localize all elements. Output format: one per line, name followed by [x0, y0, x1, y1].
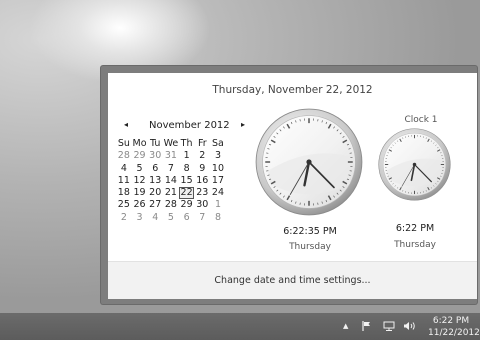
calendar-day[interactable]: 30: [194, 199, 210, 211]
weekday-label: Th: [180, 138, 193, 149]
calendar-day[interactable]: 2: [116, 212, 132, 224]
calendar-day[interactable]: 21: [163, 187, 179, 199]
calendar-day[interactable]: 7: [194, 212, 210, 224]
calendar-day[interactable]: 19: [132, 187, 148, 199]
calendar-day[interactable]: 28: [116, 150, 132, 162]
weekday-label: We: [163, 138, 179, 149]
calendar-day-today[interactable]: 22: [178, 187, 195, 200]
calendar-week-row: 18 19 20 21 22 23 24: [116, 187, 256, 200]
clock1-time-label: 6:22 PM: [395, 223, 435, 234]
calendar-day[interactable]: 2: [194, 150, 210, 162]
calendar-day[interactable]: 7: [163, 163, 179, 175]
taskbar: ▲ 6:22 PM 11/22/2012: [0, 313, 480, 340]
weekday-header-row: Su Mo Tu We Th Fr Sa: [116, 138, 256, 150]
calendar-day[interactable]: 5: [163, 212, 179, 224]
taskbar-date: 11/22/2012: [428, 328, 480, 338]
calendar-day[interactable]: 27: [147, 199, 163, 211]
calendar-day[interactable]: 13: [147, 175, 163, 187]
calendar-day[interactable]: 10: [210, 163, 226, 175]
speaker-icon[interactable]: [403, 321, 416, 334]
flyout-footer: Change date and time settings...: [108, 261, 477, 299]
calendar-day[interactable]: 8: [210, 212, 226, 224]
network-icon[interactable]: [383, 321, 395, 334]
calendar-day[interactable]: 29: [132, 150, 148, 162]
calendar-week-row: 25 26 27 28 29 30 1: [116, 199, 256, 211]
calendar-day[interactable]: 11: [116, 175, 132, 187]
weekday-label: Fr: [197, 138, 207, 149]
calendar-day[interactable]: 1: [210, 199, 226, 211]
calendar-nav: ◂ November 2012 ▸: [116, 120, 256, 136]
calendar-day[interactable]: 6: [179, 212, 195, 224]
local-clock-center: [306, 159, 312, 165]
weekday-label: Su: [117, 138, 130, 149]
calendar-day[interactable]: 25: [116, 199, 132, 211]
calendar-day[interactable]: 14: [163, 175, 179, 187]
calendar-day[interactable]: 16: [194, 175, 210, 187]
clock1-analog-clock: [378, 128, 451, 201]
calendar-day[interactable]: 4: [147, 212, 163, 224]
calendar: ◂ November 2012 ▸ Su Mo Tu We Th Fr Sa 28 29 30 31…: [116, 120, 256, 224]
clock1-day-label: Thursday: [394, 240, 436, 250]
calendar-day[interactable]: 30: [147, 150, 163, 162]
calendar-day[interactable]: 29: [179, 199, 195, 211]
weekday-label: Mo: [132, 138, 147, 149]
calendar-day[interactable]: 6: [147, 163, 163, 175]
calendar-day[interactable]: 1: [179, 150, 195, 162]
calendar-day[interactable]: 5: [132, 163, 148, 175]
calendar-day[interactable]: 28: [163, 199, 179, 211]
calendar-day[interactable]: 18: [116, 187, 132, 199]
change-date-time-settings-link[interactable]: Change date and time settings...: [108, 275, 477, 286]
taskbar-time: 6:22 PM: [432, 316, 470, 326]
calendar-week-row: 28 29 30 31 1 2 3: [116, 150, 256, 162]
weekday-label: Tu: [150, 138, 161, 149]
calendar-day[interactable]: 23: [194, 187, 210, 199]
calendar-day[interactable]: 12: [132, 175, 148, 187]
calendar-week-row: 2345678: [116, 212, 256, 224]
previous-month-button[interactable]: ◂: [124, 120, 128, 129]
calendar-day[interactable]: 8: [179, 163, 195, 175]
flag-icon[interactable]: [362, 321, 373, 334]
taskbar-clock[interactable]: 6:22 PM 11/22/2012: [428, 315, 480, 339]
local-analog-clock: [255, 108, 363, 216]
calendar-day[interactable]: 15: [179, 175, 195, 187]
calendar-day[interactable]: 26: [132, 199, 148, 211]
month-title[interactable]: November 2012: [149, 120, 230, 131]
calendar-day[interactable]: 4: [116, 163, 132, 175]
date-time-flyout: Thursday, November 22, 2012 ◂ November 2…: [108, 73, 477, 299]
chevron-up-icon[interactable]: ▲: [343, 322, 348, 330]
calendar-day[interactable]: 24: [210, 187, 226, 199]
clock1-name: Clock 1: [404, 115, 438, 125]
long-date-header[interactable]: Thursday, November 22, 2012: [108, 84, 477, 96]
calendar-week-row: 4 5 6 7 8 9 10: [116, 163, 256, 175]
calendar-day[interactable]: 3: [210, 150, 226, 162]
clock1-clock-center: [412, 162, 417, 167]
local-time-label: 6:22:35 PM: [283, 226, 337, 237]
calendar-day[interactable]: 17: [210, 175, 226, 187]
calendar-day[interactable]: 20: [147, 187, 163, 199]
next-month-button[interactable]: ▸: [241, 120, 245, 129]
local-day-label: Thursday: [289, 242, 331, 252]
calendar-day[interactable]: 9: [194, 163, 210, 175]
calendar-grid: Su Mo Tu We Th Fr Sa 28 29 30 31 1 2 3 4 5 6 7 8 9 10 11 12 13 1…: [116, 138, 256, 224]
calendar-week-row: 11 12 13 14 15 16 17: [116, 175, 256, 187]
calendar-day[interactable]: 31: [163, 150, 179, 162]
calendar-day[interactable]: 3: [132, 212, 148, 224]
weekday-label: Sa: [212, 138, 224, 149]
